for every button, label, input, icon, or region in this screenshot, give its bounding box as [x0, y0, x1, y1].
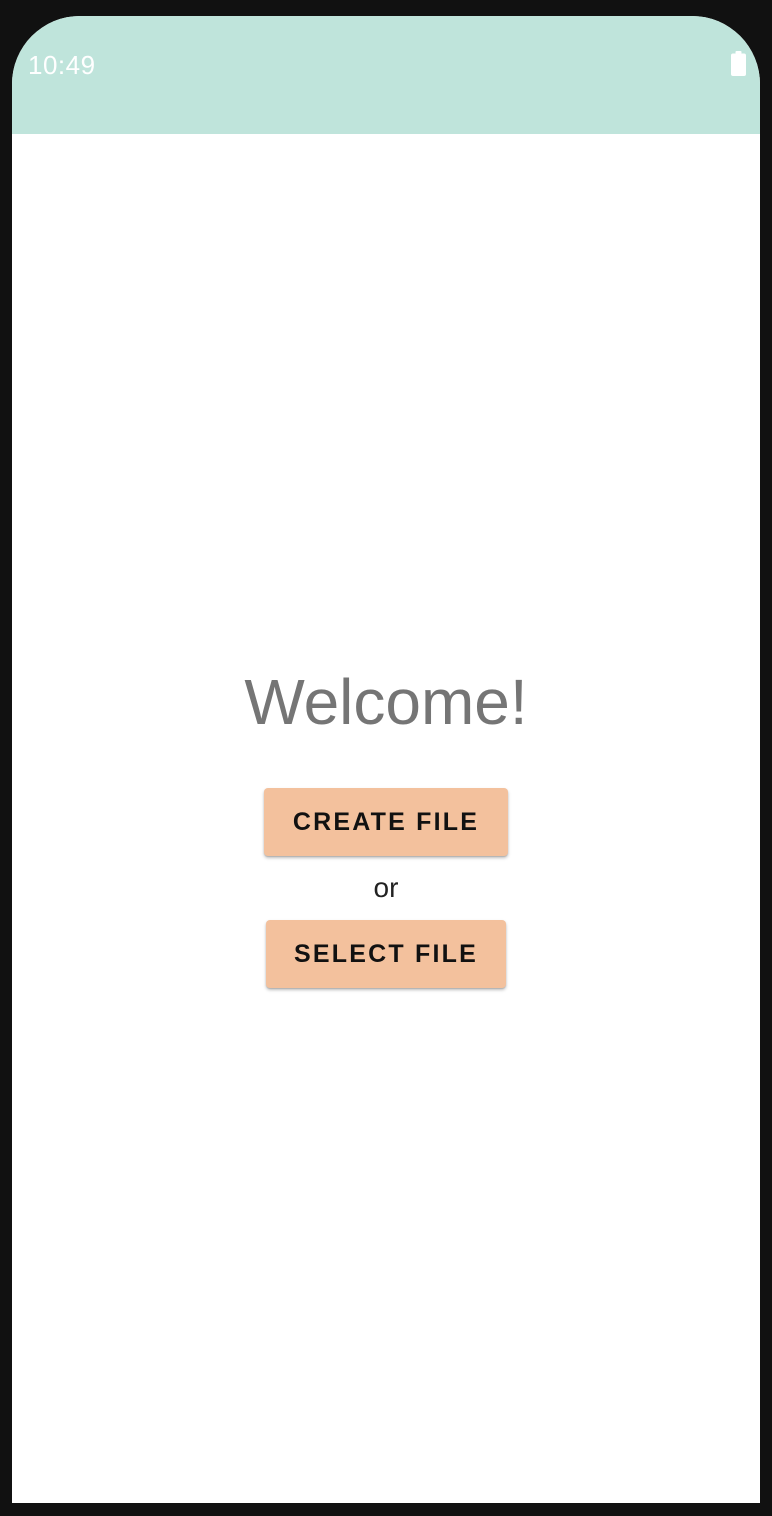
app-screen: 10:49 Welcome! CREATE FILE or SELECT FIL…: [12, 16, 760, 1503]
device-frame: 10:49 Welcome! CREATE FILE or SELECT FIL…: [0, 0, 772, 1516]
create-file-button[interactable]: CREATE FILE: [264, 788, 508, 856]
welcome-title: Welcome!: [244, 666, 528, 738]
status-bar: 10:49: [12, 16, 760, 134]
or-separator-text: or: [373, 872, 399, 903]
main-content: Welcome! CREATE FILE or SELECT FILE: [12, 134, 760, 1503]
status-time: 10:49: [28, 50, 96, 80]
select-file-button[interactable]: SELECT FILE: [266, 920, 506, 988]
battery-icon: [731, 51, 746, 76]
